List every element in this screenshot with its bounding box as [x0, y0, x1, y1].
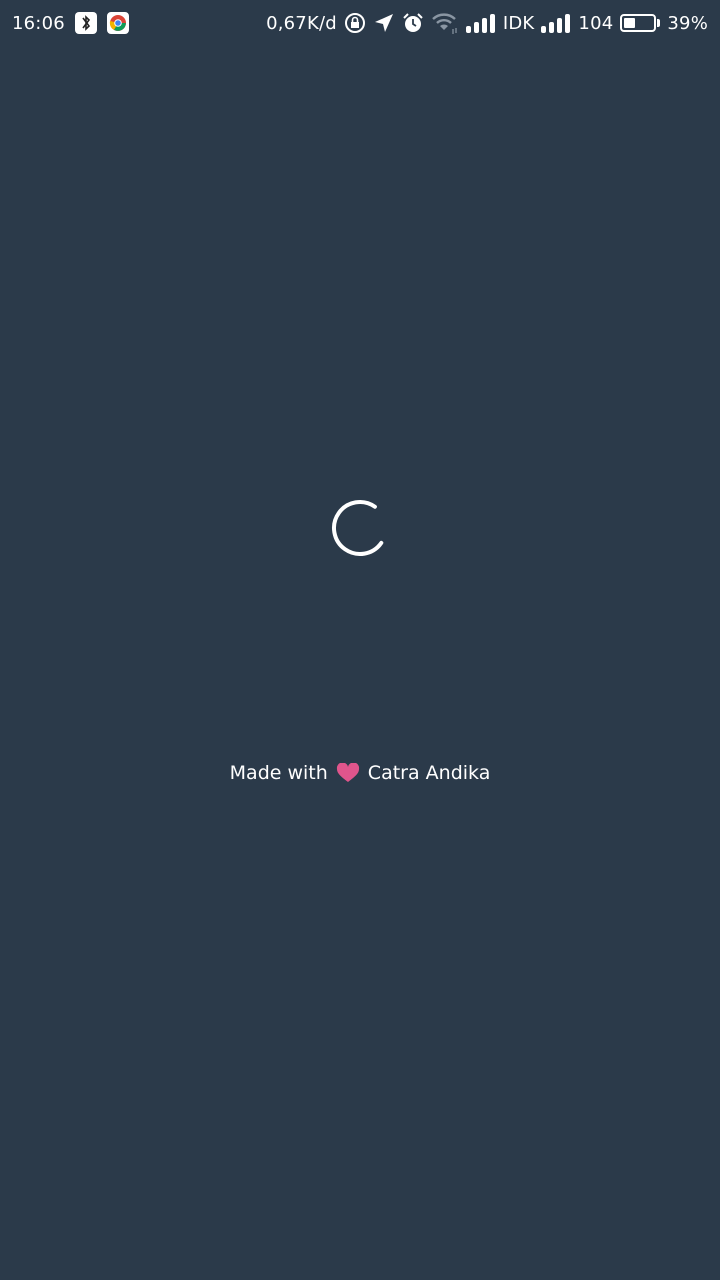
signal-icon [541, 13, 571, 33]
battery-percent: 39% [667, 12, 708, 34]
location-icon [373, 12, 395, 34]
status-bar-right: 0,67K/d IDK 104 39% [259, 11, 708, 35]
network-speed: 0,67K/d [266, 12, 337, 34]
carrier-label-1: IDK [502, 12, 535, 34]
battery-cap [657, 19, 661, 27]
credit-line: Made with Catra Andika [0, 762, 720, 784]
battery-body [620, 14, 657, 32]
heart-icon [336, 763, 360, 783]
credit-prefix: Made with [229, 762, 328, 784]
alarm-icon [402, 12, 424, 34]
credit-author: Catra Andika [367, 762, 491, 784]
carrier-label-2: 104 [578, 12, 614, 34]
battery-fill [624, 18, 636, 28]
splash-screen: 16:06 0,67K/d IDK 104 39% Made with Catr… [0, 0, 720, 1280]
bluetooth-app-icon [74, 12, 97, 34]
signal-icon [465, 13, 496, 33]
clock: 16:06 [12, 12, 65, 34]
loading-spinner-icon [330, 498, 390, 558]
battery-icon [620, 14, 661, 32]
status-bar: 16:06 0,67K/d IDK 104 39% [0, 0, 720, 46]
rotation-lock-icon [344, 12, 366, 34]
status-bar-left: 16:06 [12, 12, 139, 34]
chrome-icon [106, 12, 129, 34]
wifi-icon [431, 11, 459, 35]
